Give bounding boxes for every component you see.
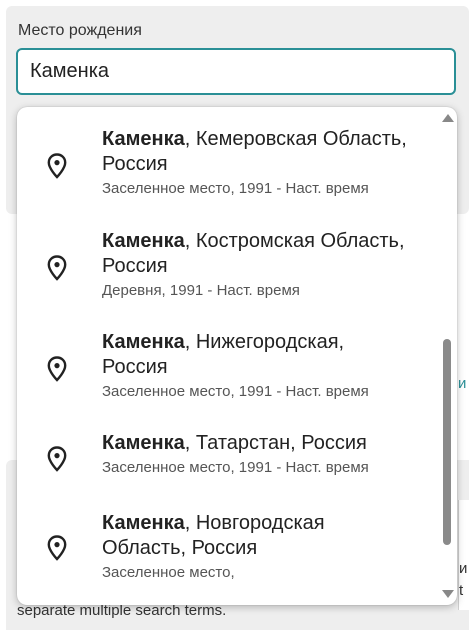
place-region-cont: Область, Россия	[102, 537, 258, 559]
place-region: , Кемеровская Область,	[184, 128, 407, 150]
suggestion-item[interactable]: Каменка, Татарстан, Россия Заселенное ме…	[17, 431, 437, 491]
map-pin-icon	[47, 153, 67, 179]
birthplace-label: Место рождения	[18, 22, 142, 39]
suggestion-text: Каменка, Нижегородская, Россия Заселенно…	[102, 330, 432, 402]
triangle-down-icon[interactable]	[442, 590, 454, 598]
place-region-cont: Россия	[102, 255, 168, 277]
dropdown-scrollbar[interactable]	[437, 107, 457, 605]
map-pin-icon	[47, 356, 67, 382]
place-name: Каменка	[102, 432, 185, 454]
place-meta: Деревня, 1991 - Наст. время	[102, 282, 300, 299]
map-pin-icon	[47, 446, 67, 472]
suggestion-text: Каменка, Татарстан, Россия Заселенное ме…	[102, 431, 432, 478]
triangle-up-icon[interactable]	[442, 114, 454, 122]
birthplace-input[interactable]	[16, 48, 456, 95]
partial-text: t	[459, 582, 464, 599]
map-pin-icon	[47, 535, 67, 561]
suggestion-text: Каменка, Кемеровская Область, Россия Зас…	[102, 127, 432, 199]
partial-text: и	[459, 560, 468, 577]
suggestion-text: Каменка, Новгородская Область, Россия За…	[102, 511, 432, 583]
place-name: Каменка	[102, 512, 185, 534]
place-meta: Заселенное место, 1991 - Наст. время	[102, 459, 369, 476]
suggestion-text: Каменка, Костромская Область, Россия Дер…	[102, 229, 432, 301]
place-meta: Заселенное место,	[102, 564, 235, 581]
suggestions-dropdown: Каменка, Кемеровская Область, Россия Зас…	[17, 107, 457, 605]
place-region-cont: Россия	[102, 356, 168, 378]
place-name: Каменка	[102, 230, 185, 252]
place-name: Каменка	[102, 128, 185, 150]
partial-link-text[interactable]: и	[458, 375, 466, 393]
suggestion-item[interactable]: Каменка, Нижегородская, Россия Заселенно…	[17, 330, 437, 410]
suggestion-item[interactable]: Каменка, Новгородская Область, Россия За…	[17, 511, 437, 591]
place-region: , Новгородская	[184, 512, 325, 534]
place-name: Каменка	[102, 331, 185, 353]
place-meta: Заселенное место, 1991 - Наст. время	[102, 180, 369, 197]
place-region-cont: Россия	[102, 153, 168, 175]
place-region: , Нижегородская,	[184, 331, 345, 353]
place-meta: Заселенное место, 1991 - Наст. время	[102, 383, 369, 400]
map-pin-icon	[47, 255, 67, 281]
place-region: , Костромская Область,	[184, 230, 405, 252]
suggestion-item[interactable]: Каменка, Костромская Область, Россия Дер…	[17, 229, 437, 309]
place-region: , Татарстан, Россия	[184, 432, 367, 454]
page: и и t Место рождения separate multiple s…	[0, 0, 469, 630]
suggestion-item[interactable]: Каменка, Кемеровская Область, Россия Зас…	[17, 127, 437, 207]
scrollbar-thumb[interactable]	[443, 339, 451, 545]
